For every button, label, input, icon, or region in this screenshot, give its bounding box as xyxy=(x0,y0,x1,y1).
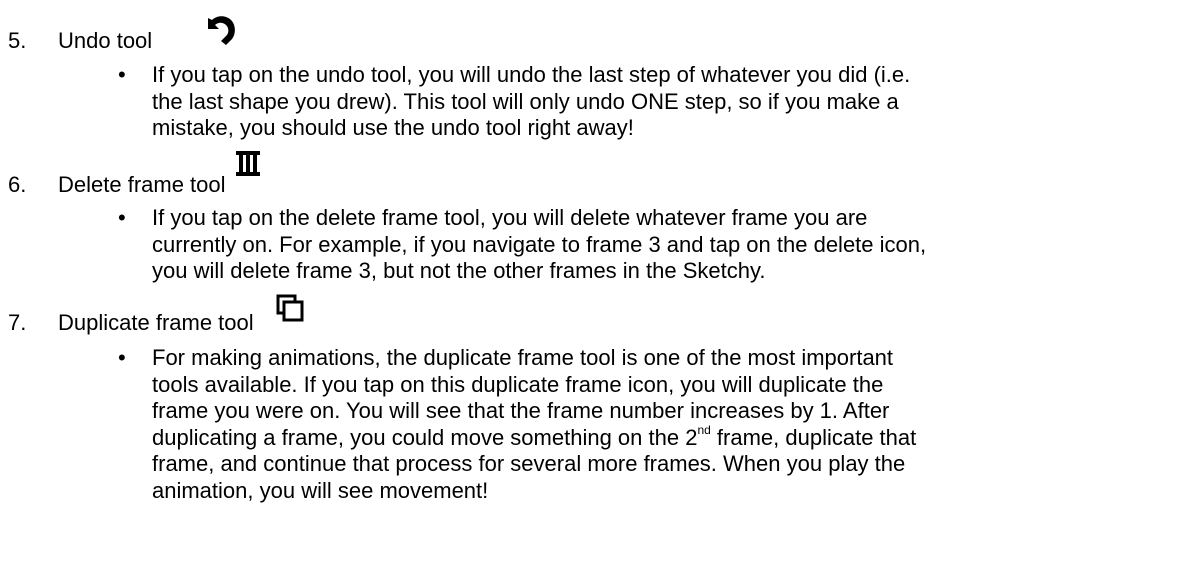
list-item-duplicate-frame-tool: 7. Duplicate frame tool • For making ani… xyxy=(0,294,1193,503)
item-title: Duplicate frame tool xyxy=(58,310,254,335)
trash-icon xyxy=(236,151,260,182)
duplicate-icon xyxy=(276,294,304,327)
bullet-line: For making animations, the duplicate fra… xyxy=(152,345,894,370)
bullet-line-with-superscript: duplicating a frame, you could move some… xyxy=(152,423,917,452)
list-item-undo-tool: 5. Undo tool • If you tap on the undo to… xyxy=(0,14,1193,140)
bullet-line: currently on. For example, if you naviga… xyxy=(152,231,927,257)
item-number: 6. xyxy=(8,172,27,197)
bullet-line-part: frame, duplicate that xyxy=(710,424,917,450)
list-item-delete-frame-tool: 6. Delete frame tool • If you tap on the… xyxy=(0,151,1193,283)
bullet-text: If you tap on the delete frame tool, you… xyxy=(152,205,926,285)
bullet-line: If you tap on the undo tool, you will un… xyxy=(152,62,911,87)
bullet-text: If you tap on the undo tool, you will un… xyxy=(152,62,910,142)
bullet-line: frame, and continue that process for sev… xyxy=(152,451,906,476)
undo-icon xyxy=(204,14,240,51)
bullet-line-part: duplicating a frame, you could move some… xyxy=(152,424,698,450)
bullet-text: For making animations, the duplicate fra… xyxy=(152,345,916,504)
item-number: 5. xyxy=(8,28,27,53)
item-number: 7. xyxy=(8,310,27,335)
bullet-line: mistake, you should use the undo tool ri… xyxy=(152,115,634,140)
bullet-symbol: • xyxy=(118,345,126,370)
bullet-line: If you tap on the delete frame tool, you… xyxy=(152,205,868,230)
bullet-line: you will delete frame 3, but not the oth… xyxy=(152,258,766,283)
bullet-symbol: • xyxy=(118,205,126,230)
bullet-line: animation, you will see movement! xyxy=(152,477,489,503)
item-heading: 6. Delete frame tool xyxy=(0,151,1193,200)
bullet-line: frame you were on. You will see that the… xyxy=(152,398,890,423)
bullet-line: the last shape you drew). This tool will… xyxy=(152,88,899,114)
item-heading: 5. Undo tool xyxy=(0,14,1193,54)
item-title: Undo tool xyxy=(58,28,153,53)
bullet-symbol: • xyxy=(118,62,126,87)
ordinal-superscript: nd xyxy=(697,423,711,438)
bullet-line: tools available. If you tap on this dupl… xyxy=(152,371,884,397)
item-title: Delete frame tool xyxy=(58,172,226,197)
document-page: 5. Undo tool • If you tap on the undo to… xyxy=(0,0,1193,588)
item-heading: 7. Duplicate frame tool xyxy=(0,294,1193,340)
